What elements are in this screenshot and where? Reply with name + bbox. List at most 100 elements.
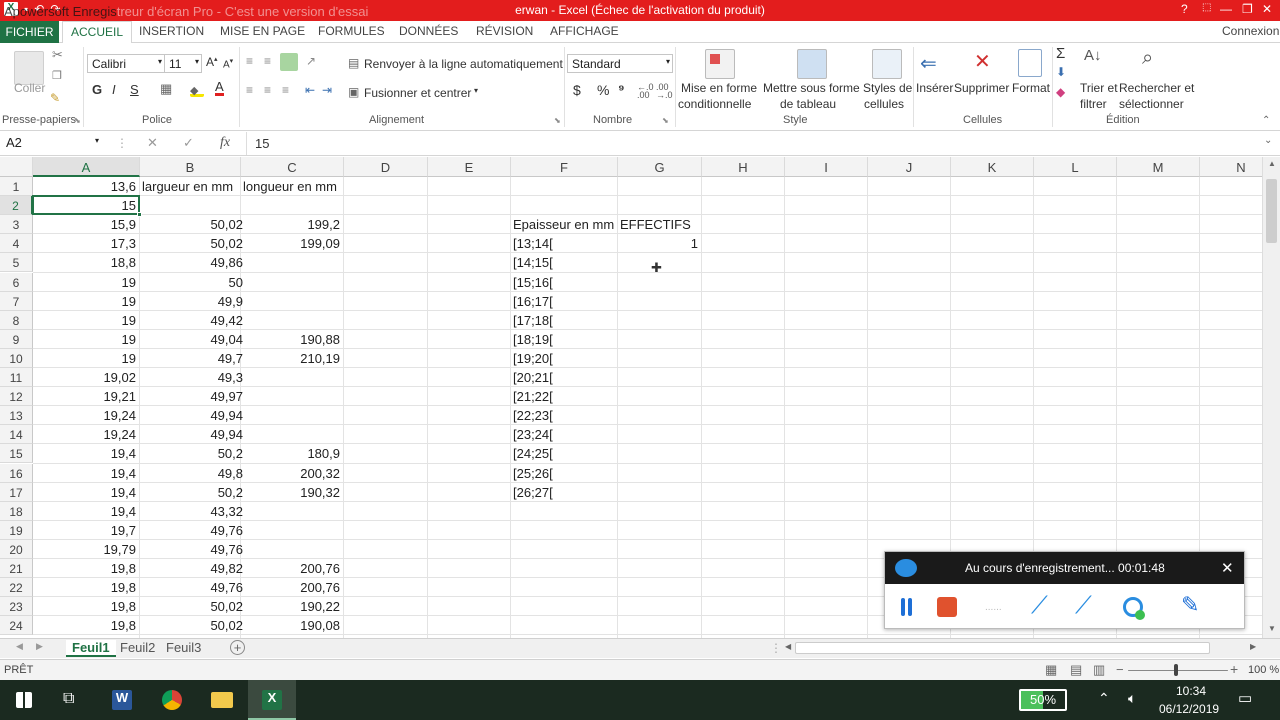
explorer-taskbar-button[interactable] [198,680,246,720]
format-cells-icon[interactable] [1018,49,1042,77]
fill-handle[interactable] [137,212,142,218]
cell-a21[interactable]: 19,8 [33,559,138,578]
cell-b16[interactable]: 49,8 [140,464,245,483]
chevron-down-icon[interactable]: ▾ [474,86,478,95]
cell-c7[interactable] [243,292,373,311]
currency-button[interactable]: $ [573,82,581,98]
cell-f5[interactable]: [14;15[ [513,253,624,272]
cell-g19[interactable] [620,521,702,540]
increase-indent-icon[interactable]: ⇥ [322,83,332,97]
cell-f15[interactable]: [24;25[ [513,444,624,463]
sheet-tab-feuil2[interactable]: Feuil2 [120,640,155,655]
format-cells-button[interactable]: Format [1012,81,1050,95]
excel-taskbar-button[interactable]: X [248,680,296,720]
row-header[interactable]: 17 [0,482,33,502]
column-header-b[interactable]: B [140,157,241,177]
row-header[interactable]: 21 [0,559,33,578]
cell-c23[interactable]: 190,22 [241,597,342,616]
vertical-scrollbar[interactable]: ▲ ▼ [1262,157,1280,638]
column-header-e[interactable]: E [428,157,511,177]
column-header-n[interactable]: N [1200,157,1262,177]
row-header[interactable]: 18 [0,501,33,521]
dialog-launcher-icon[interactable]: ⬊ [74,116,81,125]
sort-filter-icon[interactable]: A↓ [1084,47,1102,64]
cell-b14[interactable]: 49,94 [140,425,245,444]
decrease-indent-icon[interactable]: ⇤ [305,83,315,97]
cell-f7[interactable]: [16;17[ [513,292,624,311]
grow-font-icon[interactable]: A▴ [206,55,218,69]
tab-home[interactable]: ACCUEIL [62,21,133,44]
bold-button[interactable]: G [92,82,102,97]
row-header[interactable]: 23 [0,597,33,617]
cell-c18[interactable] [243,502,373,521]
cell-f3[interactable]: Epaisseur en mm [513,215,624,234]
font-size-select[interactable]: 11 ▾ [164,54,202,73]
cell-b10[interactable]: 49,7 [140,349,245,368]
zoom-slider-track[interactable] [1128,670,1228,671]
expand-formula-icon[interactable]: ⌄ [1264,135,1272,146]
edit-pencil-icon[interactable]: ✎ [1181,592,1199,618]
find-select-button[interactable]: Rechercher et [1119,81,1194,95]
cell-b15[interactable]: 50,2 [140,444,245,463]
cell-f9[interactable]: [18;19[ [513,330,624,349]
task-view-button[interactable]: ⧉ [48,680,96,720]
cell-a12[interactable]: 19,21 [33,387,138,406]
tab-data[interactable]: DONNÉES [399,24,458,38]
number-format-select[interactable]: Standard ▾ [567,54,673,73]
insert-cells-button[interactable]: Insérer [916,81,953,95]
cell-f6[interactable]: [15;16[ [513,273,624,292]
column-header-j[interactable]: J [868,157,951,177]
cell-c13[interactable] [243,406,373,425]
row-header[interactable]: 8 [0,310,33,330]
cell-b22[interactable]: 49,76 [140,578,245,597]
column-header-c[interactable]: C [241,157,344,177]
cell-c21[interactable]: 200,76 [241,559,342,578]
shrink-font-icon[interactable]: A▾ [223,57,233,70]
cell-f10[interactable]: [19;20[ [513,349,624,368]
cell-b3[interactable]: 50,02 [140,215,245,234]
cell-c17[interactable]: 190,32 [241,483,342,502]
cut-icon[interactable]: ✂ [52,47,63,63]
cell-b6[interactable]: 50 [140,273,245,292]
cell-g7[interactable] [620,292,702,311]
column-header-a[interactable]: A [33,157,140,177]
scroll-up-icon[interactable]: ▲ [1268,159,1276,168]
clock-time[interactable]: 10:34 [1176,684,1206,698]
copy-icon[interactable]: ❐ [52,69,62,82]
row-header[interactable]: 7 [0,291,33,311]
row-header[interactable]: 20 [0,539,33,559]
font-name-select[interactable]: Calibri ▾ [87,54,165,73]
cell-a7[interactable]: 19 [33,292,138,311]
row-header[interactable]: 24 [0,616,33,636]
column-header-k[interactable]: K [951,157,1034,177]
fill-color-icon[interactable]: ◆ [190,83,204,97]
cell-g1[interactable] [620,177,702,196]
cell-g3[interactable]: EFFECTIFS [620,215,702,234]
cell-c24[interactable]: 190,08 [241,616,342,635]
cell-f13[interactable]: [22;23[ [513,406,624,425]
row-header[interactable]: 16 [0,463,33,483]
cell-g4[interactable]: 1 [618,234,700,253]
name-box[interactable]: A2 ▾ [2,133,102,154]
active-cell-selection[interactable] [32,195,140,216]
cell-a14[interactable]: 19,24 [33,425,138,444]
tab-review[interactable]: RÉVISION [476,24,533,38]
row-header[interactable]: 6 [0,272,33,292]
cell-f24[interactable] [513,616,624,635]
cell-b2[interactable] [142,196,247,215]
cell-g2[interactable] [620,196,702,215]
ribbon-display-button[interactable]: ⬚ [1202,2,1211,13]
row-header[interactable]: 4 [0,234,33,254]
cell-b8[interactable]: 49,42 [140,311,245,330]
select-all-corner[interactable] [0,157,33,177]
cell-styles-button[interactable]: Styles de [863,81,912,95]
autosum-icon[interactable]: Σ [1056,45,1065,62]
tab-file[interactable]: FICHIER [0,21,59,43]
pen-tool-icon[interactable]: ⟋ [1031,592,1048,620]
tab-page-layout[interactable]: MISE EN PAGE [220,24,305,38]
cell-g17[interactable] [620,483,702,502]
collapse-ribbon-icon[interactable]: ⌃ [1262,115,1270,126]
row-header[interactable]: 2 [0,196,33,216]
insert-cells-icon[interactable]: ⇐ [920,51,937,76]
show-hidden-icons-icon[interactable]: ⌃ [1098,690,1110,707]
